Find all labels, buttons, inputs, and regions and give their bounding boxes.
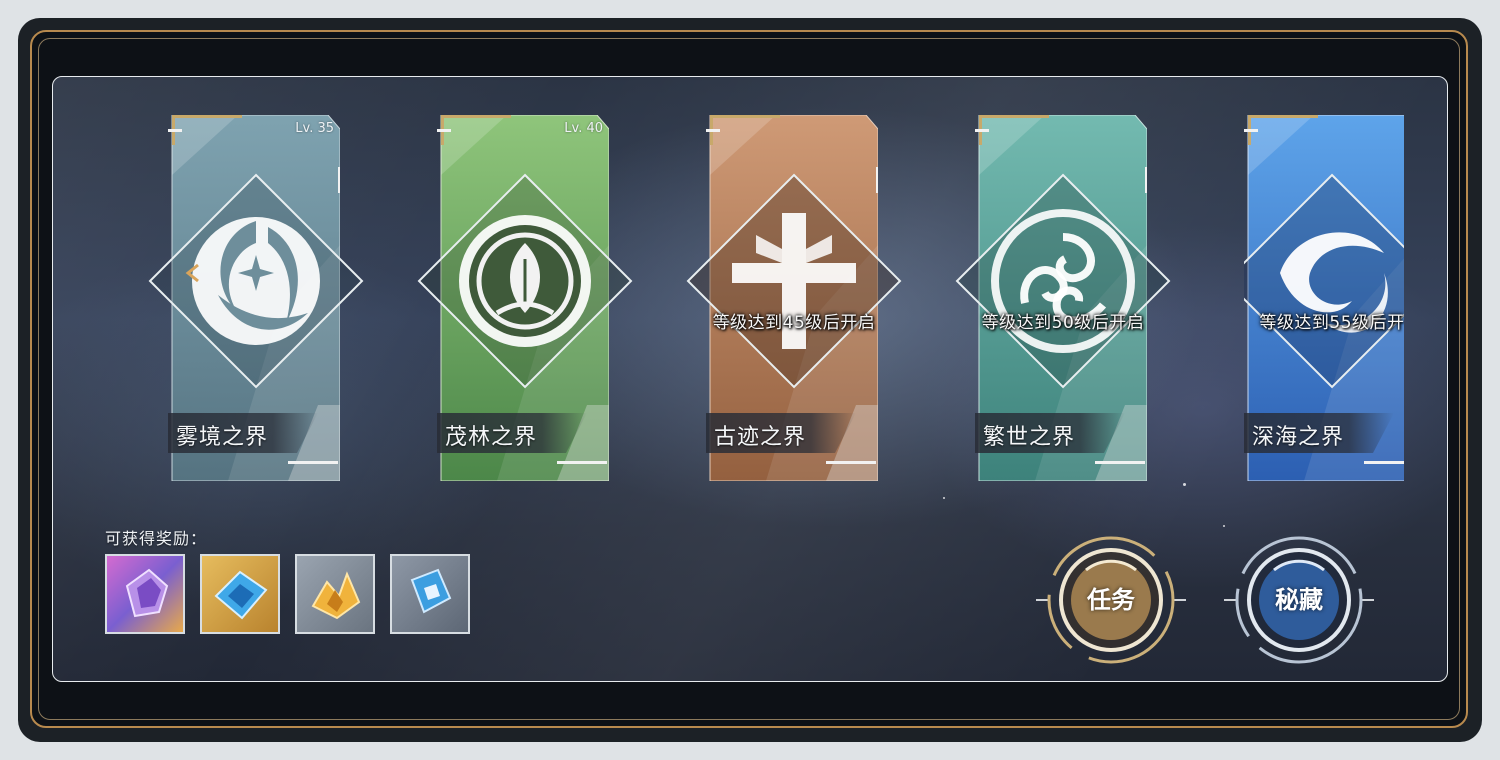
realm-title: 繁世之界 bbox=[983, 425, 1076, 450]
secret-button-label: 秘藏 bbox=[1275, 586, 1323, 614]
gold-crystal-icon bbox=[311, 571, 361, 620]
secret-treasure-button[interactable]: 秘藏 bbox=[1224, 525, 1374, 675]
unlock-requirement: 等级达到50级后开启 bbox=[981, 313, 1145, 333]
realm-title: 雾境之界 bbox=[176, 425, 269, 450]
sparkle bbox=[943, 497, 945, 499]
realm-card-deepsea[interactable]: 等级达到55级后开 深海之界 bbox=[1244, 115, 1404, 481]
unlock-requirement: 等级达到45级后开启 bbox=[712, 313, 876, 333]
wave-emblem-icon bbox=[1244, 173, 1404, 389]
blue-crystal-icon bbox=[214, 570, 268, 620]
realm-card-forest[interactable]: Lv. 40 茂林之界 bbox=[417, 115, 633, 481]
realm-card-mist[interactable]: Lv. 35 雾境之界 bbox=[148, 115, 364, 481]
realm-card-ruins[interactable]: 等级达到45级后开启 古迹之界 bbox=[686, 115, 902, 481]
level-badge: Lv. 35 bbox=[295, 121, 334, 136]
sparkle bbox=[1183, 483, 1186, 486]
leaf-emblem-icon bbox=[417, 173, 633, 389]
reward-item-gold-crystal[interactable] bbox=[295, 554, 375, 634]
realm-card-prosperity[interactable]: 等级达到50级后开启 繁世之界 bbox=[955, 115, 1171, 481]
blue-cube-icon bbox=[410, 568, 452, 614]
realm-title: 深海之界 bbox=[1252, 425, 1345, 450]
reward-item-purple-crystal[interactable] bbox=[105, 554, 185, 634]
realm-title: 茂林之界 bbox=[445, 425, 538, 450]
level-badge: Lv. 40 bbox=[564, 121, 603, 136]
rewards-label: 可获得奖励： bbox=[105, 529, 208, 548]
unlock-requirement: 等级达到55级后开 bbox=[1259, 313, 1404, 333]
reward-item-blue-crystal[interactable] bbox=[200, 554, 280, 634]
reward-item-blue-cube[interactable] bbox=[390, 554, 470, 634]
mist-emblem-icon bbox=[148, 173, 364, 389]
task-button-label: 任务 bbox=[1087, 586, 1135, 614]
game-screen: Lv. 35 雾境之界 Lv. 40 茂林之界 等级达到45级后开启 古迹之界 … bbox=[52, 76, 1448, 682]
purple-crystal-icon bbox=[125, 568, 169, 618]
cross-emblem-icon bbox=[686, 173, 902, 389]
task-button[interactable]: 任务 bbox=[1036, 525, 1186, 675]
spiral-emblem-icon bbox=[955, 173, 1171, 389]
realm-title: 古迹之界 bbox=[714, 425, 807, 450]
